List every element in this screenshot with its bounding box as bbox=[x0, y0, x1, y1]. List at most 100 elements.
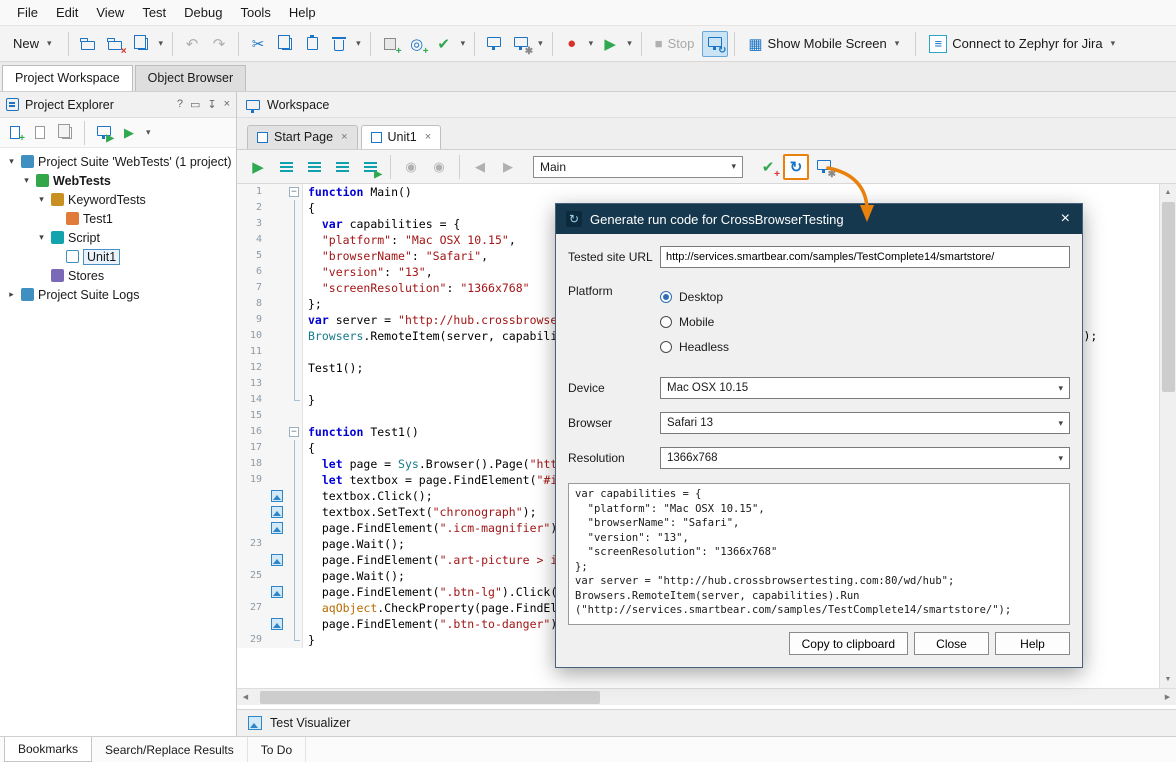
stop-button[interactable]: ■ Stop bbox=[648, 31, 702, 57]
web-testing-icon[interactable]: ◎+ bbox=[404, 31, 430, 57]
tree-node-unit1[interactable]: Unit1 bbox=[0, 247, 236, 266]
scroll-up-icon[interactable]: ▲ bbox=[1160, 184, 1176, 201]
fold-collapse-icon[interactable]: − bbox=[289, 427, 299, 437]
scroll-down-icon[interactable]: ▼ bbox=[1160, 671, 1176, 688]
menu-item-edit[interactable]: Edit bbox=[47, 2, 87, 23]
tree-node-keywordtests[interactable]: ▾KeywordTests bbox=[0, 190, 236, 209]
pe-run-chevron-icon[interactable]: ▾ bbox=[143, 127, 154, 138]
help-button[interactable]: Help bbox=[995, 632, 1070, 655]
tab-close-icon[interactable]: × bbox=[339, 131, 347, 143]
outline-icon-1[interactable] bbox=[273, 154, 299, 180]
chevron-down-icon[interactable]: ▾ bbox=[44, 38, 55, 49]
tools-icon[interactable]: ✱ bbox=[508, 31, 534, 57]
run-current-routine-icon[interactable]: ▶ bbox=[245, 154, 271, 180]
run-test-icon[interactable]: ▶ bbox=[597, 31, 623, 57]
code-line-1[interactable]: 1−function Main() bbox=[237, 184, 1159, 200]
eye-icon-1[interactable]: ◉ bbox=[398, 154, 424, 180]
copy-icon[interactable] bbox=[272, 31, 298, 57]
tree-node-project-suite-webtests-1-project[interactable]: ▾Project Suite 'WebTests' (1 project) bbox=[0, 152, 236, 171]
menu-item-help[interactable]: Help bbox=[280, 2, 325, 23]
tab-object-browser[interactable]: Object Browser bbox=[135, 65, 246, 91]
panel-pin-icon[interactable]: ↧ bbox=[207, 98, 216, 111]
copy-to-clipboard-button[interactable]: Copy to clipboard bbox=[789, 632, 908, 655]
vertical-scroll-thumb[interactable] bbox=[1162, 202, 1175, 392]
run-chevron-icon[interactable]: ▾ bbox=[624, 38, 635, 49]
mobile-chevron-icon[interactable]: ▾ bbox=[892, 38, 903, 49]
cut-icon[interactable]: ✂ bbox=[245, 31, 271, 57]
tab-project-workspace[interactable]: Project Workspace bbox=[2, 65, 133, 91]
pe-new-item-icon[interactable] bbox=[29, 122, 51, 144]
routine-combo[interactable]: Main ▾ bbox=[533, 156, 743, 178]
menu-item-debug[interactable]: Debug bbox=[175, 2, 231, 23]
delete-menu-chevron-icon[interactable]: ▾ bbox=[353, 38, 364, 49]
horizontal-scroll-thumb[interactable] bbox=[260, 691, 600, 704]
scroll-left-icon[interactable]: ◀ bbox=[237, 689, 254, 705]
menu-item-view[interactable]: View bbox=[87, 2, 133, 23]
generate-run-code-icon[interactable]: ↻ bbox=[783, 154, 809, 180]
undo-icon[interactable]: ↶ bbox=[179, 31, 205, 57]
redo-icon[interactable]: ↷ bbox=[206, 31, 232, 57]
visualizer-frame-icon[interactable] bbox=[271, 554, 283, 566]
tested-site-url-input[interactable] bbox=[660, 246, 1070, 268]
close-file-icon[interactable]: × bbox=[102, 31, 128, 57]
run-to-line-icon[interactable]: ▶ bbox=[357, 154, 383, 180]
platform-mobile-radio[interactable]: Mobile bbox=[660, 309, 729, 334]
paste-icon[interactable] bbox=[299, 31, 325, 57]
menu-item-test[interactable]: Test bbox=[133, 2, 175, 23]
show-mobile-screen-button[interactable]: ▦ Show Mobile Screen ▾ bbox=[741, 31, 909, 57]
tree-node-stores[interactable]: Stores bbox=[0, 266, 236, 285]
fold-collapse-icon[interactable]: − bbox=[289, 187, 299, 197]
visualizer-frame-icon[interactable] bbox=[271, 618, 283, 630]
panel-close-icon[interactable]: × bbox=[224, 98, 230, 111]
zephyr-chevron-icon[interactable]: ▾ bbox=[1108, 38, 1119, 49]
scroll-right-icon[interactable]: ▶ bbox=[1159, 689, 1176, 705]
tools-chevron-icon[interactable]: ▾ bbox=[535, 38, 546, 49]
outline-icon-3[interactable] bbox=[329, 154, 355, 180]
expand-arrow-icon[interactable]: ▾ bbox=[36, 194, 47, 205]
platform-headless-radio[interactable]: Headless bbox=[660, 334, 729, 359]
connect-zephyr-button[interactable]: ≡ Connect to Zephyr for Jira ▾ bbox=[922, 31, 1125, 57]
expand-arrow-icon[interactable]: ▾ bbox=[21, 175, 32, 186]
tab-close-icon[interactable]: × bbox=[423, 131, 431, 143]
add-new-item-icon[interactable]: + bbox=[377, 31, 403, 57]
dialog-titlebar[interactable]: ↻ Generate run code for CrossBrowserTest… bbox=[556, 204, 1082, 234]
horizontal-scrollbar[interactable]: ◀ ▶ bbox=[237, 688, 1176, 705]
record-chevron-icon[interactable]: ▾ bbox=[586, 38, 597, 49]
pe-copy-item-icon[interactable] bbox=[54, 122, 76, 144]
visualizer-frame-icon[interactable] bbox=[271, 586, 283, 598]
record-test-icon[interactable]: ● bbox=[559, 31, 585, 57]
tab-bookmarks[interactable]: Bookmarks bbox=[4, 737, 92, 762]
pe-add-item-icon[interactable]: + bbox=[4, 122, 26, 144]
visualizer-toggle-icon[interactable]: ↻ bbox=[702, 31, 728, 57]
syntax-check-icon[interactable]: ✔+ bbox=[755, 154, 781, 180]
expand-arrow-icon[interactable]: ▸ bbox=[6, 289, 17, 300]
test-visualizer-bar[interactable]: Test Visualizer bbox=[237, 709, 1176, 736]
device-select[interactable]: Mac OSX 10.15 ▾ bbox=[660, 377, 1070, 399]
tab-to-do[interactable]: To Do bbox=[248, 737, 306, 762]
outline-icon-2[interactable] bbox=[301, 154, 327, 180]
tree-node-script[interactable]: ▾Script bbox=[0, 228, 236, 247]
object-spy-icon[interactable] bbox=[481, 31, 507, 57]
navigate-forward-icon[interactable]: ▶ bbox=[495, 154, 521, 180]
doc-tab-unit1[interactable]: Unit1 × bbox=[361, 125, 442, 149]
vertical-scrollbar[interactable]: ▲ ▼ bbox=[1159, 184, 1176, 688]
tab-search-replace-results[interactable]: Search/Replace Results bbox=[92, 737, 248, 762]
checkpoints-chevron-icon[interactable]: ▾ bbox=[458, 38, 469, 49]
open-file-icon[interactable] bbox=[75, 31, 101, 57]
new-button[interactable]: New ▾ bbox=[6, 31, 62, 57]
tree-node-webtests[interactable]: ▾WebTests bbox=[0, 171, 236, 190]
expand-arrow-icon[interactable]: ▾ bbox=[6, 156, 17, 167]
resolution-select[interactable]: 1366x768 ▾ bbox=[660, 447, 1070, 469]
checkpoints-icon[interactable]: ✔ bbox=[431, 31, 457, 57]
visualizer-frame-icon[interactable] bbox=[271, 490, 283, 502]
editor-options-icon[interactable]: ✱ bbox=[811, 154, 837, 180]
panel-float-icon[interactable]: ▭ bbox=[190, 98, 200, 111]
panel-help-icon[interactable]: ? bbox=[177, 98, 183, 111]
eye-icon-2[interactable]: ◉ bbox=[426, 154, 452, 180]
doc-tab-start-page[interactable]: Start Page × bbox=[247, 125, 358, 149]
expand-arrow-icon[interactable]: ▾ bbox=[36, 232, 47, 243]
save-menu-chevron-icon[interactable]: ▾ bbox=[156, 38, 167, 49]
platform-desktop-radio[interactable]: Desktop bbox=[660, 284, 729, 309]
tree-node-project-suite-logs[interactable]: ▸Project Suite Logs bbox=[0, 285, 236, 304]
tree-node-test1[interactable]: Test1 bbox=[0, 209, 236, 228]
